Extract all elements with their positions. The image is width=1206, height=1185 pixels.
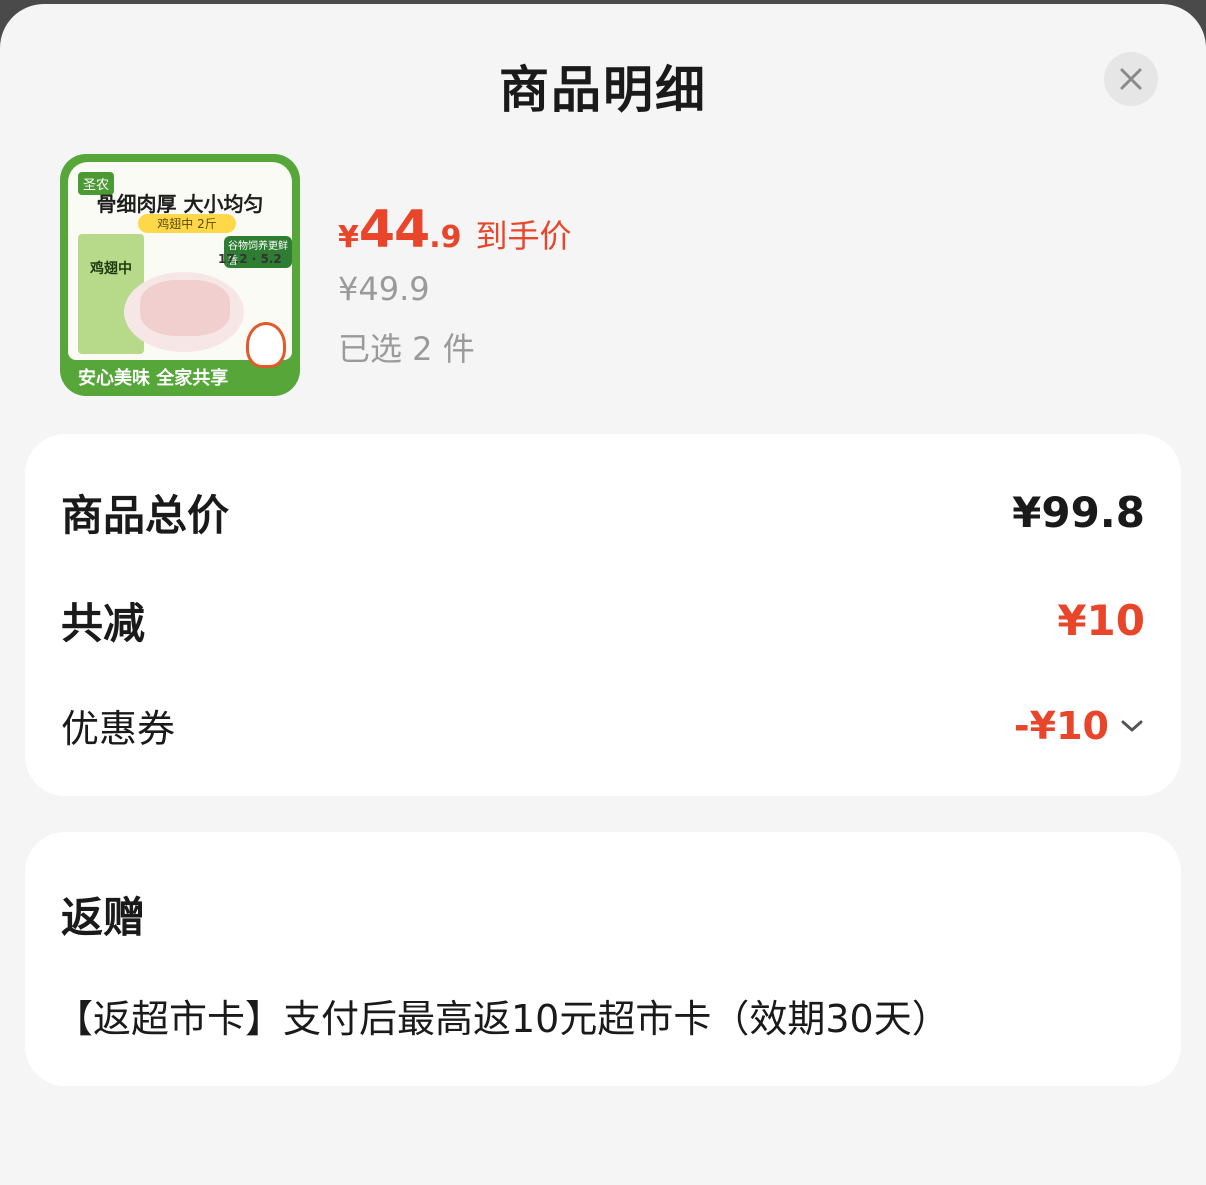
price-label: 到手价 — [475, 217, 572, 255]
gift-text: 【返超市卡】支付后最高返10元超市卡（效期30天） — [55, 997, 950, 1041]
image-bottom-text: 安心美味 全家共享 — [78, 368, 229, 389]
mascot-icon — [246, 322, 286, 368]
discount-row: 共减 ¥10 — [61, 590, 1145, 651]
final-price: ¥44.9 到手价 — [338, 200, 572, 260]
selected-count: 已选 2 件 — [338, 330, 475, 368]
total-value: ¥99.8 — [1012, 488, 1145, 537]
total-label: 商品总价 — [61, 491, 230, 540]
gift-card: 返赠 【返超市卡】支付后最高返10元超市卡（效期30天） — [25, 832, 1181, 1086]
price-decimal: .9 — [429, 220, 462, 255]
chicken-wings — [140, 280, 230, 336]
gift-title: 返赠 — [61, 893, 146, 942]
close-button[interactable] — [1104, 52, 1158, 106]
image-subtitle: 鸡翅中 2斤 — [138, 214, 236, 233]
discount-label: 共减 — [61, 599, 146, 648]
coupon-label: 优惠券 — [61, 707, 176, 751]
price-summary-card: 商品总价 ¥99.8 共减 ¥10 优惠券 -¥10 — [25, 434, 1181, 796]
page-title: 商品明细 — [499, 61, 707, 119]
original-price: ¥49.9 — [338, 270, 430, 308]
coupon-value-group[interactable]: -¥10 — [1014, 704, 1145, 748]
total-row: 商品总价 ¥99.8 — [61, 482, 1145, 543]
pack-label: 鸡翅中 — [90, 261, 132, 277]
detail-sheet: 商品明细 圣农 骨细肉厚 大小均匀 鸡翅中 2斤 鸡翅中 谷物饲养更鲜香 17.… — [0, 4, 1206, 1185]
price-symbol: ¥ — [338, 220, 359, 255]
coupon-value: -¥10 — [1013, 703, 1109, 748]
image-headline: 骨细肉厚 大小均匀 — [96, 192, 264, 216]
close-icon — [1120, 68, 1142, 90]
discount-value: ¥10 — [1057, 596, 1145, 645]
coupon-row[interactable]: 优惠券 -¥10 — [61, 698, 1145, 753]
chevron-down-icon[interactable] — [1119, 717, 1145, 735]
product-image: 圣农 骨细肉厚 大小均匀 鸡翅中 2斤 鸡翅中 谷物饲养更鲜香 17.2 · 5… — [60, 154, 300, 396]
image-stats: 17.2 · 5.2 — [218, 252, 282, 266]
price-integer: 44 — [358, 200, 430, 260]
